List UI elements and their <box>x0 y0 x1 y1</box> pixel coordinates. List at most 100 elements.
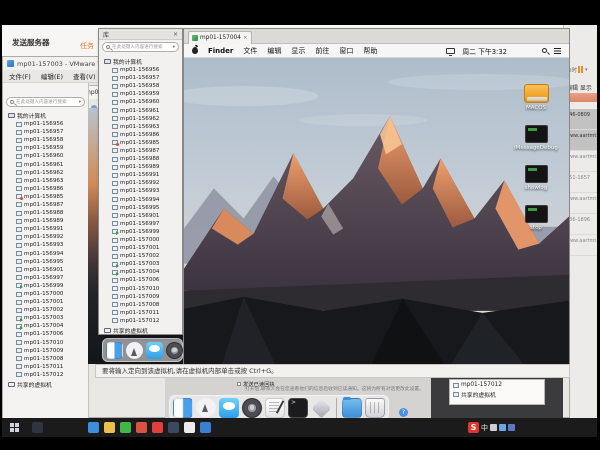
vm-list-item[interactable]: mp01-156991 <box>3 225 88 233</box>
dock-icon[interactable] <box>311 398 331 418</box>
macos-desktop[interactable]: MACOS iMessageDebug showlog stop <box>184 58 569 365</box>
vm-list-item[interactable]: mp01-156960 <box>99 98 182 106</box>
dock-icon[interactable] <box>242 398 262 418</box>
vm-list-item[interactable]: mp01-156958 <box>3 136 88 144</box>
vm-list-item[interactable]: mp01-156961 <box>3 160 88 168</box>
vm-list-item[interactable]: mp01-157010 <box>3 339 88 347</box>
vm-list-item[interactable]: mp01-156985 <box>99 139 182 147</box>
notification-center-icon[interactable] <box>554 48 561 54</box>
background-vm-dock[interactable] <box>102 338 183 362</box>
vm-list-item[interactable]: mp01-156958 <box>99 82 182 90</box>
dock-icon[interactable] <box>219 398 239 418</box>
bottom-macos-dock[interactable] <box>169 395 389 420</box>
sogou-logo-icon[interactable]: S <box>468 422 479 433</box>
vm-list-item[interactable]: mp01-156986 <box>3 185 88 193</box>
dock-icon[interactable] <box>336 398 337 418</box>
menu-item[interactable]: 窗口 <box>339 46 353 56</box>
apple-menu-icon[interactable] <box>192 47 198 54</box>
sogou-tool-icon[interactable] <box>499 424 506 431</box>
display-status-icon[interactable] <box>446 48 455 54</box>
vm-list-item[interactable]: mp01-156997 <box>99 220 182 228</box>
vm-list-item[interactable]: mp01-157009 <box>3 347 88 355</box>
tree-shared-vms[interactable]: 共享的虚拟机 <box>99 326 182 335</box>
help-button[interactable]: ? <box>399 408 408 417</box>
vm-list-item[interactable]: mp01-156987 <box>3 201 88 209</box>
dock-icon[interactable] <box>288 398 308 418</box>
vm-list-item[interactable]: mp01-156997 <box>3 274 88 282</box>
vm-list-item[interactable]: mp01-156992 <box>99 179 182 187</box>
vm-list-item[interactable]: mp01-156991 <box>99 171 182 179</box>
sogou-tool-icon[interactable] <box>490 424 497 431</box>
vm-list-item[interactable]: mp01-156963 <box>99 123 182 131</box>
mini-panel-row[interactable]: mp01-157012 <box>453 382 541 388</box>
vm-list-item[interactable]: mp01-156963 <box>3 177 88 185</box>
dock-icon[interactable] <box>106 342 123 359</box>
dock-icon[interactable] <box>265 398 285 418</box>
sogou-input-bar[interactable]: S 中 <box>468 421 515 434</box>
vm-list-item[interactable]: mp01-156993 <box>99 187 182 195</box>
tree-root-my-computer[interactable]: 我的计算机 <box>99 57 182 66</box>
vm-list-item[interactable]: mp01-156956 <box>3 120 88 128</box>
close-icon[interactable]: × <box>243 35 248 41</box>
vm-list-item[interactable]: mp01-157011 <box>3 363 88 371</box>
vm-list-item[interactable]: mp01-156901 <box>3 266 88 274</box>
taskbar-app-icon[interactable] <box>104 422 115 433</box>
vm-list-item[interactable]: mp01-156985 <box>3 193 88 201</box>
vm-list-item[interactable]: mp01-156957 <box>3 128 88 136</box>
vm-list-item[interactable]: mp01-156987 <box>99 147 182 155</box>
vm-list-item[interactable]: mp01-157008 <box>99 301 182 309</box>
taskbar-app-icon[interactable] <box>152 422 163 433</box>
taskbar-app-icon[interactable] <box>168 422 179 433</box>
taskbar-app-icon[interactable] <box>184 422 195 433</box>
menu-item[interactable]: 编辑 <box>267 46 281 56</box>
vm-list-item[interactable]: mp01-157004 <box>3 322 88 330</box>
menu-bar-clock[interactable]: 周二 下午3:32 <box>462 46 507 56</box>
vm-list-item[interactable]: mp01-157003 <box>3 314 88 322</box>
desktop-icon[interactable]: iMessageDebug <box>515 125 557 151</box>
vm-list-item[interactable]: mp01-156959 <box>99 90 182 98</box>
vm-list-item[interactable]: mp01-156999 <box>99 228 182 236</box>
active-app-menu[interactable]: Finder <box>208 47 233 55</box>
vm-list-item[interactable]: mp01-156994 <box>99 196 182 204</box>
menu-item[interactable]: 文件 <box>243 46 257 56</box>
library-search-input[interactable]: 在此处键入内容进行搜索 ▾ <box>102 42 179 52</box>
vm-list-item[interactable]: mp01-156994 <box>3 250 88 258</box>
dock-icon[interactable] <box>126 342 143 359</box>
vm-list-item[interactable]: mp01-157008 <box>3 355 88 363</box>
taskbar-app-icon[interactable] <box>88 422 99 433</box>
vm-list-item[interactable]: mp01-157006 <box>3 330 88 338</box>
vm-list-item[interactable]: mp01-157012 <box>99 317 182 325</box>
taskbar-app-icon[interactable] <box>120 422 131 433</box>
vm-list-item[interactable]: mp01-156989 <box>3 217 88 225</box>
dock-icon[interactable] <box>173 398 193 418</box>
vm-list-item[interactable]: mp01-156986 <box>99 131 182 139</box>
vm-list-item[interactable]: mp01-156962 <box>3 169 88 177</box>
vm-list-item[interactable]: mp01-157009 <box>99 293 182 301</box>
desktop-icon[interactable]: showlog <box>515 165 557 191</box>
vm-list-item[interactable]: mp01-157000 <box>99 236 182 244</box>
desktop-icon[interactable]: stop <box>515 205 557 231</box>
vm-list-item[interactable]: mp01-157002 <box>99 252 182 260</box>
dock-icon[interactable] <box>342 398 362 418</box>
vm-list-item[interactable]: mp01-157006 <box>99 276 182 284</box>
vm-list-item[interactable]: mp01-156992 <box>3 233 88 241</box>
input-mode-indicator[interactable]: 中 <box>481 423 488 433</box>
dock-icon[interactable] <box>146 342 163 359</box>
vm-list-item[interactable]: mp01-156995 <box>99 204 182 212</box>
tree-shared-vms[interactable]: 共享的虚拟机 <box>3 380 88 389</box>
vm-list-item[interactable]: mp01-156956 <box>99 66 182 74</box>
vm-list-item[interactable]: mp01-157002 <box>3 306 88 314</box>
vm-list-item[interactable]: mp01-156959 <box>3 144 88 152</box>
menu-item[interactable]: 编辑(E) <box>41 71 63 81</box>
library-search-input[interactable]: 在此处键入内容进行搜索 ▾ <box>6 97 85 107</box>
vm-list-item[interactable]: mp01-157012 <box>3 371 88 379</box>
dock-icon[interactable] <box>196 398 216 418</box>
vm-list-item[interactable]: mp01-156957 <box>99 74 182 82</box>
tree-root-my-computer[interactable]: 我的计算机 <box>3 111 88 120</box>
vm-list-item[interactable]: mp01-156995 <box>3 258 88 266</box>
vm-list-item[interactable]: mp01-156962 <box>99 115 182 123</box>
menu-item[interactable]: 前往 <box>315 46 329 56</box>
menu-item[interactable]: 查看(V) <box>73 71 96 81</box>
close-icon[interactable]: × <box>173 31 178 38</box>
vm-list-item[interactable]: mp01-156999 <box>3 282 88 290</box>
